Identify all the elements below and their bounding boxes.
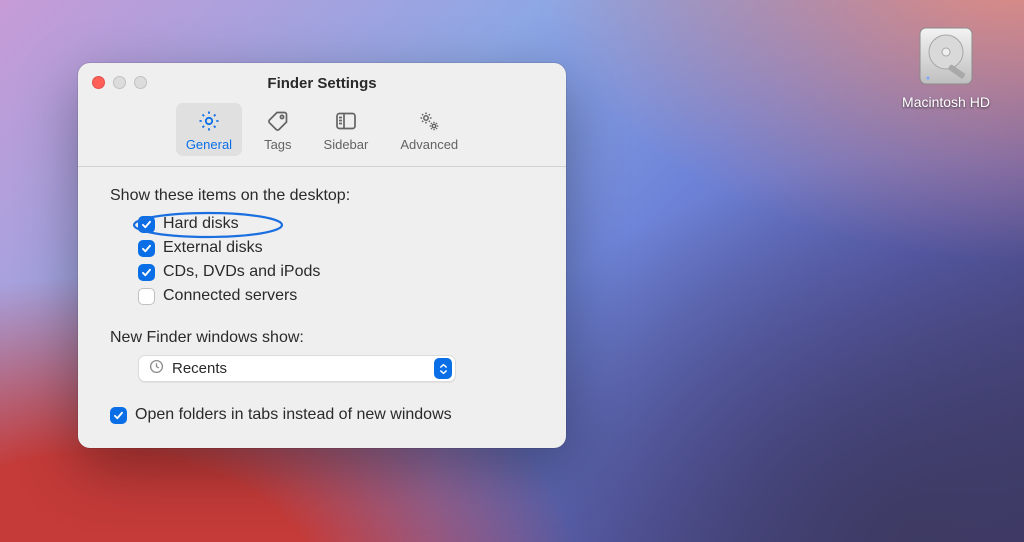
checkbox-label: Hard disks bbox=[163, 215, 239, 233]
desktop-disk-item[interactable]: Macintosh HD bbox=[896, 24, 996, 110]
desktop-items-list: Hard disks External disks CDs, DVDs and … bbox=[110, 215, 534, 305]
checkbox-external-disks[interactable] bbox=[138, 240, 155, 257]
tab-label: Sidebar bbox=[324, 137, 369, 152]
checkbox-cds-dvds-ipods[interactable] bbox=[138, 264, 155, 281]
desktop: Macintosh HD Finder Settings General bbox=[0, 0, 1024, 542]
new-finder-windows-select[interactable]: Recents bbox=[138, 355, 456, 382]
checkbox-row-connected-servers: Connected servers bbox=[138, 287, 534, 305]
tab-label: General bbox=[186, 137, 232, 152]
window-content: Show these items on the desktop: Hard di… bbox=[78, 167, 566, 448]
gears-icon bbox=[417, 109, 441, 133]
checkbox-label: Open folders in tabs instead of new wind… bbox=[135, 406, 452, 424]
dropdown-arrows bbox=[434, 358, 452, 379]
checkbox-label: Connected servers bbox=[163, 287, 297, 305]
zoom-button[interactable] bbox=[134, 76, 147, 89]
minimize-button[interactable] bbox=[113, 76, 126, 89]
checkbox-label: CDs, DVDs and iPods bbox=[163, 263, 320, 281]
checkbox-row-open-in-tabs: Open folders in tabs instead of new wind… bbox=[110, 406, 534, 424]
finder-settings-window: Finder Settings General bbox=[78, 63, 566, 448]
tab-sidebar[interactable]: Sidebar bbox=[314, 103, 379, 156]
checkbox-row-hard-disks: Hard disks bbox=[138, 215, 534, 233]
tab-advanced[interactable]: Advanced bbox=[390, 103, 468, 156]
tab-tags[interactable]: Tags bbox=[254, 103, 301, 156]
window-title: Finder Settings bbox=[267, 75, 376, 92]
tag-icon bbox=[266, 109, 290, 133]
toolbar-tabs: General Tags bbox=[78, 103, 566, 166]
select-value: Recents bbox=[172, 360, 227, 377]
tab-label: Tags bbox=[264, 137, 291, 152]
sidebar-icon bbox=[334, 109, 358, 133]
gear-icon bbox=[197, 109, 221, 133]
window-titlebar: Finder Settings bbox=[78, 63, 566, 103]
checkbox-label: External disks bbox=[163, 239, 263, 257]
tab-label: Advanced bbox=[400, 137, 458, 152]
checkbox-connected-servers[interactable] bbox=[138, 288, 155, 305]
hard-disk-icon bbox=[914, 24, 978, 88]
tab-general[interactable]: General bbox=[176, 103, 242, 156]
desktop-items-heading: Show these items on the desktop: bbox=[110, 187, 534, 205]
desktop-disk-label: Macintosh HD bbox=[896, 94, 996, 110]
clock-icon bbox=[149, 359, 164, 378]
checkbox-row-external-disks: External disks bbox=[138, 239, 534, 257]
close-button[interactable] bbox=[92, 76, 105, 89]
checkbox-row-cds-dvds-ipods: CDs, DVDs and iPods bbox=[138, 263, 534, 281]
new-finder-windows-heading: New Finder windows show: bbox=[110, 329, 534, 347]
checkbox-open-in-tabs[interactable] bbox=[110, 407, 127, 424]
checkbox-hard-disks[interactable] bbox=[138, 216, 155, 233]
traffic-lights bbox=[92, 76, 147, 89]
